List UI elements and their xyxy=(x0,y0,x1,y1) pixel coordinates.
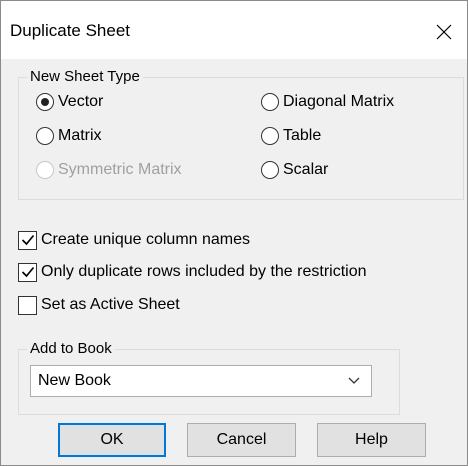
checkbox-only-duplicate-restricted-rows[interactable]: Only duplicate rows included by the rest… xyxy=(18,260,367,284)
radio-scalar-indicator xyxy=(261,161,279,179)
checkbox-only-duplicate-restricted-rows-box xyxy=(18,262,37,282)
ok-button[interactable]: OK xyxy=(58,423,166,457)
close-button[interactable] xyxy=(427,15,461,49)
radio-symmetric-matrix-label: Symmetric Matrix xyxy=(58,161,182,178)
radio-vector-indicator xyxy=(36,93,54,111)
radio-symmetric-matrix-indicator xyxy=(36,161,54,179)
sheet-type-group: New Sheet Type Vector Diagonal Matrix Ma… xyxy=(18,68,464,200)
radio-scalar-label: Scalar xyxy=(283,161,329,178)
dialog-title: Duplicate Sheet xyxy=(10,21,131,40)
checkbox-unique-column-names[interactable]: Create unique column names xyxy=(18,228,250,252)
close-icon xyxy=(436,24,452,40)
checkmark-icon xyxy=(21,234,34,246)
radio-table-label: Table xyxy=(283,127,322,144)
checkbox-only-duplicate-restricted-rows-label: Only duplicate rows included by the rest… xyxy=(41,263,367,280)
radio-symmetric-matrix: Symmetric Matrix xyxy=(36,158,182,182)
cancel-button-label: Cancel xyxy=(216,431,267,448)
add-to-book-group-label: Add to Book xyxy=(27,340,115,358)
sheet-type-group-label: New Sheet Type xyxy=(27,68,143,86)
radio-diagonal-matrix-label: Diagonal Matrix xyxy=(283,93,395,110)
title-bar: Duplicate Sheet xyxy=(1,1,467,59)
radio-scalar[interactable]: Scalar xyxy=(261,158,328,182)
help-button[interactable]: Help xyxy=(317,423,426,457)
ok-button-label: OK xyxy=(100,431,124,448)
checkbox-set-active-sheet[interactable]: Set as Active Sheet xyxy=(18,293,180,317)
radio-table[interactable]: Table xyxy=(261,124,321,148)
radio-matrix-label: Matrix xyxy=(58,127,102,144)
checkbox-set-active-sheet-label: Set as Active Sheet xyxy=(41,296,180,313)
duplicate-sheet-dialog: Duplicate Sheet New Sheet Type Vector Di… xyxy=(0,0,468,466)
chevron-down-icon xyxy=(348,377,360,384)
radio-vector[interactable]: Vector xyxy=(36,90,103,114)
radio-diagonal-matrix-indicator xyxy=(261,93,279,111)
add-to-book-select-value: New Book xyxy=(38,372,111,389)
add-to-book-select[interactable]: New Book xyxy=(30,365,372,397)
radio-diagonal-matrix[interactable]: Diagonal Matrix xyxy=(261,90,394,114)
radio-table-indicator xyxy=(261,127,279,145)
checkbox-set-active-sheet-box xyxy=(18,295,37,315)
radio-matrix[interactable]: Matrix xyxy=(36,124,102,148)
checkbox-unique-column-names-label: Create unique column names xyxy=(41,231,251,248)
radio-vector-label: Vector xyxy=(58,93,104,110)
checkbox-unique-column-names-box xyxy=(18,230,37,250)
help-button-label: Help xyxy=(355,431,388,448)
checkmark-icon xyxy=(21,266,34,278)
dialog-body: New Sheet Type Vector Diagonal Matrix Ma… xyxy=(1,59,467,465)
radio-matrix-indicator xyxy=(36,127,54,145)
cancel-button[interactable]: Cancel xyxy=(187,423,296,457)
